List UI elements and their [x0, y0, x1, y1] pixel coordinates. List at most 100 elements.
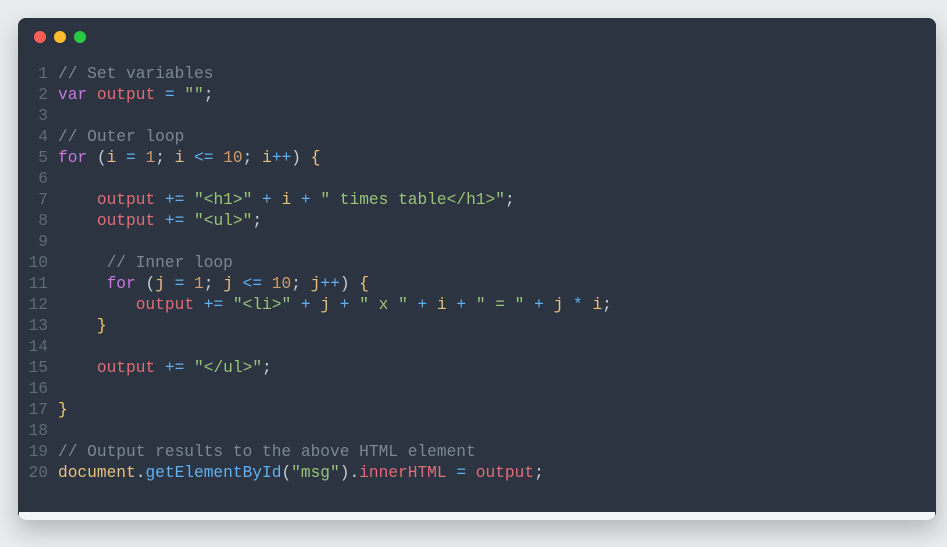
- line-number: 12: [18, 295, 48, 316]
- token-vr: output: [97, 86, 155, 104]
- token-p: ;: [291, 275, 310, 293]
- token-brc: }: [58, 401, 68, 419]
- code-content[interactable]: // Set variables var output = ""; // Oute…: [58, 64, 936, 512]
- token-vr: output: [476, 464, 534, 482]
- token-p: [583, 296, 593, 314]
- token-p: [184, 212, 194, 230]
- token-num: 1: [145, 149, 155, 167]
- token-p: [184, 359, 194, 377]
- token-p: (: [145, 275, 155, 293]
- token-p: ;: [243, 149, 262, 167]
- code-line[interactable]: // Output results to the above HTML elem…: [58, 442, 936, 463]
- token-p: [544, 296, 554, 314]
- code-line[interactable]: var output = "";: [58, 85, 936, 106]
- token-p: [214, 149, 224, 167]
- code-line[interactable]: output += "<h1>" + i + " times table</h1…: [58, 190, 936, 211]
- token-p: ;: [505, 191, 515, 209]
- token-p: [87, 149, 97, 167]
- code-line[interactable]: for (j = 1; j <= 10; j++) {: [58, 274, 936, 295]
- line-number: 1: [18, 64, 48, 85]
- token-p: ;: [534, 464, 544, 482]
- token-cm: // Set variables: [58, 65, 213, 83]
- token-id: j: [223, 275, 233, 293]
- code-line[interactable]: // Outer loop: [58, 127, 936, 148]
- token-id: j: [320, 296, 330, 314]
- bottom-strip: [19, 512, 935, 520]
- token-cm: // Output results to the above HTML elem…: [58, 443, 476, 461]
- token-p: [194, 296, 204, 314]
- token-id: i: [281, 191, 291, 209]
- token-p: [58, 296, 136, 314]
- line-number-gutter: 1234567891011121314151617181920: [18, 64, 58, 512]
- code-line[interactable]: [58, 379, 936, 400]
- code-line[interactable]: for (i = 1; i <= 10; i++) {: [58, 148, 936, 169]
- token-id: j: [155, 275, 165, 293]
- token-p: ;: [252, 212, 262, 230]
- code-line[interactable]: }: [58, 316, 936, 337]
- token-p: ): [340, 464, 350, 482]
- token-prop: innerHTML: [359, 464, 446, 482]
- token-id: i: [262, 149, 272, 167]
- token-p: [447, 296, 457, 314]
- code-line[interactable]: [58, 421, 936, 442]
- token-id: i: [592, 296, 602, 314]
- code-line[interactable]: // Inner loop: [58, 253, 936, 274]
- token-fn: getElementById: [145, 464, 281, 482]
- close-icon[interactable]: [34, 31, 46, 43]
- token-p: [252, 191, 262, 209]
- token-op: =: [175, 275, 185, 293]
- token-p: .: [136, 464, 146, 482]
- token-p: [155, 191, 165, 209]
- token-op: =: [126, 149, 136, 167]
- token-id: j: [554, 296, 564, 314]
- code-area[interactable]: 1234567891011121314151617181920 // Set v…: [18, 56, 936, 512]
- token-p: [184, 191, 194, 209]
- token-p: [58, 359, 97, 377]
- line-number: 3: [18, 106, 48, 127]
- token-kw: var: [58, 86, 87, 104]
- token-op: +=: [165, 212, 184, 230]
- token-vr: output: [97, 212, 155, 230]
- code-line[interactable]: output += "<li>" + j + " x " + i + " = "…: [58, 295, 936, 316]
- token-p: [350, 296, 360, 314]
- token-p: [136, 275, 146, 293]
- code-line[interactable]: [58, 337, 936, 358]
- code-line[interactable]: [58, 169, 936, 190]
- line-number: 20: [18, 463, 48, 484]
- token-op: =: [165, 86, 175, 104]
- token-str: "": [184, 86, 203, 104]
- line-number: 8: [18, 211, 48, 232]
- token-op: +: [534, 296, 544, 314]
- token-p: [563, 296, 573, 314]
- token-op: *: [573, 296, 583, 314]
- token-p: [116, 149, 126, 167]
- code-line[interactable]: }: [58, 400, 936, 421]
- code-line[interactable]: document.getElementById("msg").innerHTML…: [58, 463, 936, 484]
- line-number: 16: [18, 379, 48, 400]
- code-line[interactable]: // Set variables: [58, 64, 936, 85]
- token-kw: for: [107, 275, 136, 293]
- token-brc: }: [97, 317, 107, 335]
- code-line[interactable]: output += "<ul>";: [58, 211, 936, 232]
- line-number: 13: [18, 316, 48, 337]
- token-id: i: [175, 149, 185, 167]
- code-line[interactable]: [58, 232, 936, 253]
- token-p: ;: [262, 359, 272, 377]
- line-number: 9: [18, 232, 48, 253]
- token-cm: // Outer loop: [58, 128, 184, 146]
- line-number: 10: [18, 253, 48, 274]
- minimize-icon[interactable]: [54, 31, 66, 43]
- token-p: ;: [204, 86, 214, 104]
- token-brc: {: [311, 149, 321, 167]
- token-str: "<li>": [233, 296, 291, 314]
- token-str: "<h1>": [194, 191, 252, 209]
- token-op: ++: [320, 275, 339, 293]
- code-line[interactable]: [58, 106, 936, 127]
- token-p: [291, 296, 301, 314]
- line-number: 17: [18, 400, 48, 421]
- token-brc: {: [359, 275, 369, 293]
- token-p: [233, 275, 243, 293]
- token-p: [58, 275, 107, 293]
- code-line[interactable]: output += "</ul>";: [58, 358, 936, 379]
- zoom-icon[interactable]: [74, 31, 86, 43]
